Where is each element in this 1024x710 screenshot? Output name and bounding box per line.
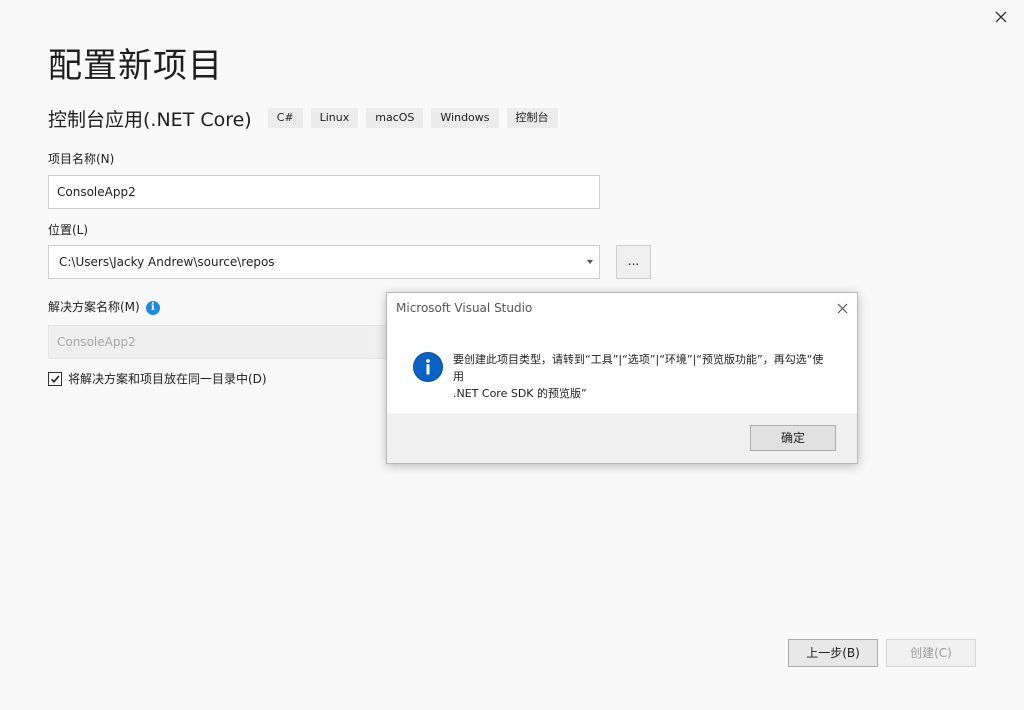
project-name-label: 项目名称(N) [48, 152, 115, 166]
same-directory-option[interactable]: 将解决方案和项目放在同一目录中(D) [48, 370, 267, 387]
dialog-title: Microsoft Visual Studio [396, 301, 533, 315]
ok-button[interactable]: 确定 [750, 425, 836, 451]
close-icon [837, 303, 847, 313]
dialog-message-line-1: 要创建此项目类型，请转到“工具”|“选项”|“环境”|“预览版功能”，再勾选“使… [453, 353, 824, 383]
dialog-close-button[interactable] [833, 299, 851, 317]
template-header: 控制台应用(.NET Core) C# Linux macOS Windows … [48, 104, 566, 132]
page-title: 配置新项目 [48, 46, 223, 86]
dialog-message: 要创建此项目类型，请转到“工具”|“选项”|“环境”|“预览版功能”，再勾选“使… [453, 351, 833, 402]
close-icon [995, 11, 1007, 23]
window-close-button[interactable] [990, 6, 1012, 28]
location-label: 位置(L) [48, 223, 89, 237]
dialog-message-line-2: .NET Core SDK 的预览版” [453, 387, 587, 400]
browse-button[interactable]: ... [616, 245, 651, 279]
message-dialog: Microsoft Visual Studio 要创建此项目类型，请转到“工具”… [386, 292, 858, 464]
chevron-down-icon[interactable] [587, 260, 593, 264]
tag-macos: macOS [366, 108, 424, 128]
same-directory-checkbox[interactable] [48, 371, 62, 386]
template-name: 控制台应用(.NET Core) [48, 108, 252, 131]
back-button[interactable]: 上一步(B) [788, 639, 878, 667]
location-value: C:\Users\Jacky Andrew\source\repos [59, 255, 275, 269]
project-name-input[interactable]: ConsoleApp2 [48, 175, 600, 209]
tag-csharp: C# [267, 108, 303, 128]
dialog-body: 要创建此项目类型，请转到“工具”|“选项”|“环境”|“预览版功能”，再勾选“使… [387, 325, 857, 413]
create-button: 创建(C) [886, 639, 976, 667]
tag-linux: Linux [310, 108, 359, 128]
solution-name-label: 解决方案名称(M) [48, 300, 140, 314]
info-icon[interactable]: i [145, 300, 160, 315]
info-icon [413, 352, 443, 382]
tag-windows: Windows [431, 108, 499, 128]
dialog-footer: 确定 [387, 413, 857, 463]
tag-console: 控制台 [506, 108, 558, 128]
solution-name-label-row: 解决方案名称(M) i [48, 298, 160, 315]
location-combobox[interactable]: C:\Users\Jacky Andrew\source\repos [48, 245, 600, 279]
same-directory-label: 将解决方案和项目放在同一目录中(D) [68, 372, 267, 386]
check-icon [50, 374, 60, 383]
